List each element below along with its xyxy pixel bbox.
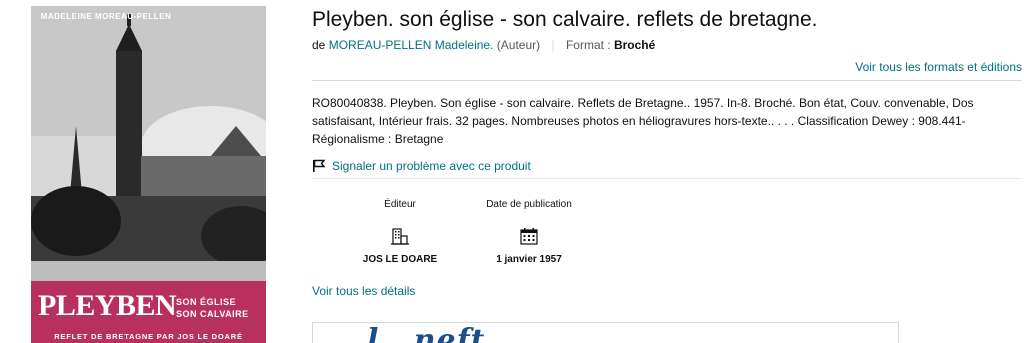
format-value: Broché bbox=[613, 38, 656, 52]
attribute-label: Éditeur bbox=[384, 198, 416, 210]
all-formats-link[interactable]: Voir tous les formats et éditions bbox=[855, 60, 1022, 74]
ad-banner[interactable]: l...neft bbox=[312, 322, 899, 343]
see-all-details-link[interactable]: Voir tous les détails bbox=[312, 284, 415, 298]
cover-title: PLEYBEN bbox=[38, 289, 177, 322]
divider bbox=[312, 80, 1022, 81]
report-problem-link[interactable]: Signaler un problème avec ce produit bbox=[312, 159, 531, 173]
cover-subtitle-1: SON ÉGLISE bbox=[176, 297, 237, 307]
divider bbox=[312, 178, 1022, 179]
attribute-publication-date: Date de publication 1 janvier 1957 bbox=[474, 190, 584, 266]
author-role: (Auteur) bbox=[496, 38, 541, 52]
report-problem-label: Signaler un problème avec ce produit bbox=[332, 159, 531, 173]
format-label: Format : bbox=[565, 38, 611, 52]
calendar-icon bbox=[520, 228, 538, 245]
product-description: RO80040838. Pleyben. Son église - son ca… bbox=[312, 96, 974, 146]
product-title: Pleyben. son église - son calvaire. refl… bbox=[312, 8, 818, 31]
ad-text: l...neft bbox=[367, 323, 486, 343]
flag-icon bbox=[313, 159, 326, 172]
by-prefix: de bbox=[312, 38, 326, 52]
building-icon bbox=[391, 228, 409, 245]
cover-subtitle-2: SON CALVAIRE bbox=[176, 309, 249, 319]
book-cover[interactable]: MADELEINE MOREAU-PELLEN PLEYBEN SON ÉGLI… bbox=[31, 6, 266, 343]
byline: de MOREAU-PELLEN Madeleine. (Auteur) | F… bbox=[312, 38, 655, 52]
attribute-label: Date de publication bbox=[486, 198, 572, 210]
author-link[interactable]: MOREAU-PELLEN Madeleine. bbox=[329, 38, 494, 52]
cover-photo bbox=[31, 6, 266, 281]
attribute-publisher: Éditeur JOS LE DOARE bbox=[345, 190, 455, 266]
attribute-value: 1 janvier 1957 bbox=[496, 254, 562, 265]
attribute-value: JOS LE DOARE bbox=[362, 254, 438, 265]
cover-author: MADELEINE MOREAU-PELLEN bbox=[40, 12, 172, 21]
cover-footer: REFLET DE BRETAGNE PAR JOS LE DOARÉ bbox=[54, 332, 243, 341]
byline-divider: | bbox=[551, 38, 555, 52]
